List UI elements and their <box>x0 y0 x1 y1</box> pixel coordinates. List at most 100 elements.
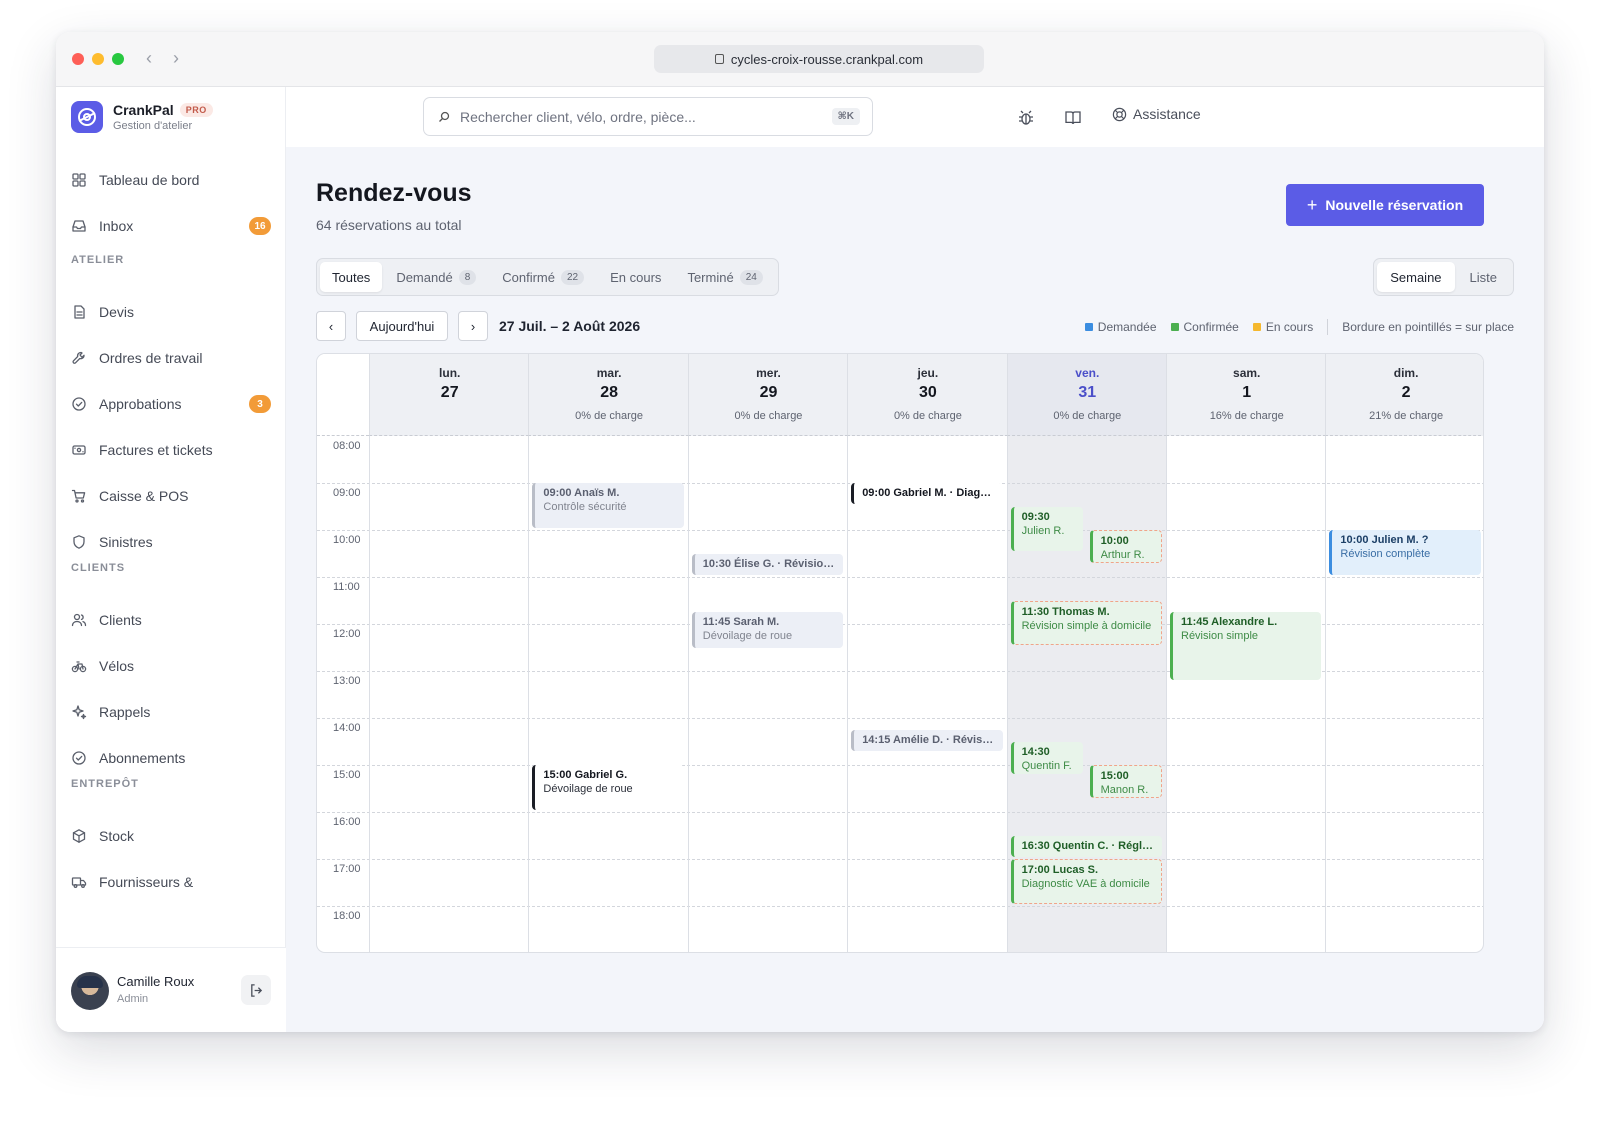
sidebar-item-ordres-de-travail[interactable]: Ordres de travail <box>71 341 271 375</box>
close-window-button[interactable] <box>72 53 84 65</box>
back-arrow-icon[interactable]: ‹ <box>146 48 152 69</box>
prev-week-button[interactable]: ‹ <box>316 311 346 341</box>
booking-event[interactable]: 11:30 Thomas M. Révision simple à domicil… <box>1010 600 1162 646</box>
booking-event[interactable]: 11:45 Sarah M. Dévoilage de roue <box>691 612 844 648</box>
booking-subtitle: Révision simple à domicile <box>1021 619 1152 632</box>
day-load: 16% de charge <box>1209 410 1284 422</box>
search-shortcut: ⌘K <box>831 108 860 125</box>
booking-event[interactable]: 10:00 Arthur R. <box>1089 530 1162 563</box>
booking-event[interactable]: 10:00 Julien M. ? Révision complète <box>1329 530 1481 575</box>
booking-title: 11:45 Alexandre L. <box>1181 616 1278 629</box>
hour-gridline <box>317 859 1483 860</box>
filter-tab-en-cours[interactable]: En cours <box>598 262 673 292</box>
hour-label: 17:00 <box>333 863 361 875</box>
sidebar-item-devis[interactable]: Devis <box>71 295 271 329</box>
booking-event[interactable]: 14:15 Amélie D. · Révisio... <box>851 729 1003 751</box>
logout-button[interactable] <box>241 975 271 1005</box>
sidebar-item-approbations[interactable]: Approbations 3 <box>71 387 271 421</box>
users-icon <box>71 613 87 627</box>
day-column-divider <box>528 436 530 952</box>
day-name: ven. <box>1075 366 1100 380</box>
url-bar[interactable]: cycles-croix-rousse.crankpal.com <box>654 45 984 73</box>
booking-event[interactable]: 17:00 Lucas S. Diagnostic VAE à domicile <box>1010 859 1162 904</box>
booking-title: 09:00 Anaïs M. <box>543 487 620 499</box>
day-header[interactable]: lun. 27 <box>369 354 530 436</box>
document-icon <box>74 305 85 319</box>
booking-event[interactable]: 15:00 Manon R. <box>1089 765 1162 798</box>
sidebar-item-abonnements[interactable]: Abonnements <box>71 741 271 775</box>
filter-tab-count: 24 <box>739 269 763 285</box>
minimize-window-button[interactable] <box>92 53 104 65</box>
sidebar-item-sinistres[interactable]: Sinistres <box>71 525 271 559</box>
sidebar-item-caisse-pos[interactable]: Caisse & POS <box>71 479 271 513</box>
day-header[interactable]: ven. 31 0% de charge <box>1006 354 1167 436</box>
booking-event[interactable]: 14:30 Quentin F. <box>1010 741 1083 775</box>
top-header: ⌘K Assistance <box>286 87 1544 147</box>
day-header[interactable]: jeu. 30 0% de charge <box>847 354 1008 436</box>
sidebar-item-label: Factures et tickets <box>99 442 213 458</box>
pro-badge: PRO <box>179 103 213 117</box>
booking-title: 17:00 Lucas S. <box>1021 864 1099 876</box>
week-calendar: lun. 27 mar. 28 0% de charge mer. 29 0% de char… <box>316 353 1484 953</box>
filter-tab-demande[interactable]: Demandé 8 <box>384 262 488 292</box>
hour-label: 13:00 <box>333 675 361 687</box>
sidebar-item-tableau-de-bord[interactable]: Tableau de bord <box>71 163 271 197</box>
day-column-divider <box>687 436 689 952</box>
view-tab-semaine[interactable]: Semaine <box>1377 262 1455 292</box>
day-load: 21% de charge <box>1369 410 1444 422</box>
check-circle-icon <box>72 397 86 411</box>
day-column-divider <box>369 436 370 952</box>
view-tab-liste[interactable]: Liste <box>1457 262 1510 292</box>
time-gutter-header <box>317 354 369 436</box>
filter-tab-toutes[interactable]: Toutes <box>320 262 383 292</box>
sidebar-item-stock[interactable]: Stock <box>71 819 271 853</box>
filter-tab-confirme[interactable]: Confirmé 22 <box>490 262 596 292</box>
sidebar-item-label: Caisse & POS <box>99 488 189 504</box>
new-booking-button[interactable]: + Nouvelle réservation <box>1286 184 1484 226</box>
forward-arrow-icon[interactable]: › <box>173 48 179 69</box>
booking-title: 14:15 Amélie D. · Révisio... <box>862 733 995 746</box>
booking-event[interactable]: 16:30 Quentin C. · Régla... <box>1010 835 1162 857</box>
next-week-button[interactable]: › <box>458 311 488 341</box>
sidebar-item-label: Stock <box>99 828 135 844</box>
sidebar-item-clients[interactable]: Clients <box>71 603 271 637</box>
hour-label: 15:00 <box>333 769 361 781</box>
search-box[interactable]: ⌘K <box>423 97 873 136</box>
filter-tab-termine[interactable]: Terminé 24 <box>675 262 774 292</box>
legend-item-demandee: Demandée <box>1084 320 1157 334</box>
sidebar-item-factures-et-tickets[interactable]: Factures et tickets <box>71 433 271 467</box>
avatar[interactable] <box>71 972 109 1010</box>
sidebar-item-velos[interactable]: Vélos <box>71 649 271 683</box>
sidebar-section-clients: CLIENTS <box>71 562 126 574</box>
sidebar-item-inbox[interactable]: Inbox 16 <box>71 209 271 243</box>
sidebar-item-fournisseurs[interactable]: Fournisseurs & <box>71 865 271 899</box>
booking-event[interactable]: 10:30 Élise G. · Révision s... <box>691 553 844 575</box>
day-header[interactable]: mer. 29 0% de charge <box>687 354 849 436</box>
booking-title: 10:00 Julien M. ? <box>1340 534 1429 546</box>
bug-icon[interactable] <box>1017 109 1035 127</box>
search-input[interactable] <box>460 108 820 125</box>
cart-icon <box>71 489 86 503</box>
booking-event[interactable]: 09:00 Anaïs M. Contrôle sécurité <box>532 483 684 528</box>
sidebar-item-rappels[interactable]: Rappels <box>71 695 271 729</box>
day-header[interactable]: sam. 1 16% de charge <box>1166 354 1327 436</box>
book-icon[interactable] <box>1064 109 1082 127</box>
brand[interactable]: CrankPal PRO Gestion d'atelier <box>71 101 213 133</box>
sidebar-item-label: Devis <box>99 304 135 320</box>
day-header[interactable]: mar. 28 0% de charge <box>528 354 689 436</box>
maximize-window-button[interactable] <box>112 53 124 65</box>
booking-title: 09:00 Gabriel M. · Diagno... <box>862 487 995 499</box>
check-circle-icon <box>72 751 86 765</box>
assistance-button[interactable]: Assistance <box>1112 106 1201 122</box>
booking-event[interactable]: 09:00 Gabriel M. · Diagno... <box>851 483 1003 505</box>
day-header[interactable]: dim. 2 21% de charge <box>1325 354 1483 436</box>
today-button[interactable]: Aujourd'hui <box>356 311 448 341</box>
booking-title: 10:00 <box>1100 535 1129 547</box>
booking-event[interactable]: 09:30 Julien R. <box>1010 506 1083 552</box>
day-number: 27 <box>440 384 459 401</box>
legend-item-en-cours: En cours <box>1252 320 1313 334</box>
booking-event[interactable]: 11:45 Alexandre L. Révision simple <box>1170 612 1322 681</box>
day-load: 0% de charge <box>575 410 644 422</box>
filter-tab-label: En cours <box>610 269 662 285</box>
booking-event[interactable]: 15:00 Gabriel G. Dévoilage de roue <box>532 765 684 810</box>
